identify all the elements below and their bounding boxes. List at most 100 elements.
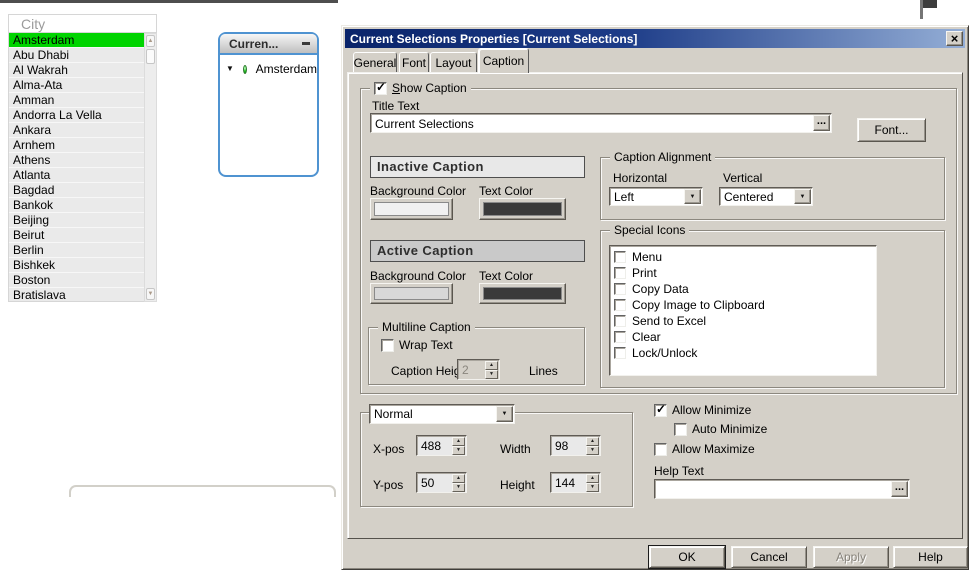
city-list-item[interactable]: Beirut bbox=[9, 228, 144, 243]
tab-caption[interactable]: Caption bbox=[478, 48, 529, 73]
spin-up-icon[interactable]: ▲ bbox=[586, 437, 599, 446]
special-icon-label: Copy Image to Clipboard bbox=[632, 298, 765, 312]
special-icon-label: Copy Data bbox=[632, 282, 689, 296]
layout-mode-select[interactable]: Normal ▼ bbox=[369, 404, 515, 424]
caption-height-spinner[interactable]: 2 ▲ ▼ bbox=[457, 359, 500, 380]
width-spinner[interactable]: 98 ▲ ▼ bbox=[550, 435, 601, 456]
cancel-button[interactable]: Cancel bbox=[731, 546, 807, 568]
title-text-more-button[interactable]: ... bbox=[813, 115, 830, 131]
spin-down-icon[interactable]: ▼ bbox=[452, 446, 465, 455]
dropdown-icon[interactable]: ▼ bbox=[684, 189, 701, 204]
city-list-item[interactable]: Alma-Ata bbox=[9, 78, 144, 93]
lines-label: Lines bbox=[529, 364, 558, 378]
city-list-item[interactable]: Ankara bbox=[9, 123, 144, 138]
city-listbox-caption[interactable]: City bbox=[8, 14, 157, 33]
allow-maximize-label: Allow Maximize bbox=[672, 442, 755, 456]
horizontal-label: Horizontal bbox=[613, 171, 668, 185]
special-icon-checkbox[interactable] bbox=[614, 299, 626, 311]
special-icon-checkbox[interactable] bbox=[614, 251, 626, 263]
scroll-up-icon[interactable]: ▲ bbox=[146, 35, 155, 47]
spin-up-icon[interactable]: ▲ bbox=[485, 361, 498, 370]
help-button[interactable]: Help bbox=[893, 546, 968, 568]
tab-general[interactable]: General bbox=[353, 52, 397, 72]
help-text-input[interactable]: ... bbox=[654, 479, 910, 499]
tab-font[interactable]: Font bbox=[399, 52, 429, 72]
wrap-text-label: Wrap Text bbox=[399, 338, 453, 352]
inactive-text-color-swatch[interactable] bbox=[479, 198, 566, 220]
show-caption-legend: ✓ Show Caption bbox=[370, 80, 471, 96]
city-list: Amsterdam Abu Dhabi Al Wakrah Alma-Ata Amman… bbox=[8, 33, 144, 302]
city-list-item[interactable]: Al Wakrah bbox=[9, 63, 144, 78]
city-list-item[interactable]: Arnhem bbox=[9, 138, 144, 153]
height-spinner[interactable]: 144 ▲ ▼ bbox=[550, 472, 601, 493]
special-icon-checkbox[interactable] bbox=[614, 347, 626, 359]
allow-maximize-checkbox[interactable] bbox=[654, 442, 667, 456]
horizontal-align-select[interactable]: Left ▼ bbox=[609, 187, 703, 206]
special-icon-checkbox[interactable] bbox=[614, 331, 626, 343]
ok-button[interactable]: OK bbox=[649, 546, 725, 568]
spin-up-icon[interactable]: ▲ bbox=[586, 474, 599, 483]
city-scrollbar[interactable]: ▲ ▼ bbox=[144, 33, 157, 302]
special-icon-label: Print bbox=[632, 266, 657, 280]
tab-layout[interactable]: Layout bbox=[430, 52, 477, 72]
close-button[interactable]: × bbox=[946, 31, 963, 46]
special-icon-checkbox[interactable] bbox=[614, 267, 626, 279]
special-icon-checkbox[interactable] bbox=[614, 283, 626, 295]
ypos-spinner[interactable]: 50 ▲ ▼ bbox=[416, 472, 467, 493]
active-bg-color-swatch[interactable] bbox=[370, 283, 453, 304]
show-caption-checkbox[interactable]: ✓ bbox=[374, 80, 387, 95]
apply-button[interactable]: Apply bbox=[813, 546, 889, 568]
allow-minimize-label: Allow Minimize bbox=[672, 403, 752, 417]
city-list-item[interactable]: Andorra La Vella bbox=[9, 108, 144, 123]
dropdown-icon[interactable]: ▼ bbox=[794, 189, 811, 204]
allow-maximize-row: Allow Maximize bbox=[654, 442, 755, 456]
scroll-down-icon[interactable]: ▼ bbox=[146, 288, 155, 300]
city-list-item[interactable]: Amman bbox=[9, 93, 144, 108]
dialog-titlebar[interactable]: Current Selections Properties [Current S… bbox=[345, 29, 965, 48]
spin-up-icon[interactable]: ▲ bbox=[452, 474, 465, 483]
wrap-text-checkbox[interactable] bbox=[381, 338, 394, 352]
check-icon: ✓ bbox=[376, 80, 387, 94]
minimize-icon[interactable] bbox=[302, 42, 310, 45]
spin-down-icon[interactable]: ▼ bbox=[485, 370, 498, 379]
spin-down-icon[interactable]: ▼ bbox=[586, 483, 599, 492]
field-dropdown-icon[interactable]: ▼ bbox=[226, 65, 234, 73]
title-text-value: Current Selections bbox=[375, 117, 474, 131]
special-icon-checkbox[interactable] bbox=[614, 315, 626, 327]
background-sheet-edge bbox=[0, 0, 338, 3]
city-list-item[interactable]: Boston bbox=[9, 273, 144, 288]
selected-value[interactable]: Amsterdam bbox=[256, 62, 317, 76]
city-list-item[interactable]: Bankok bbox=[9, 198, 144, 213]
auto-minimize-label: Auto Minimize bbox=[692, 422, 768, 436]
current-selections-titlebar[interactable]: Curren... bbox=[220, 34, 317, 55]
spin-up-icon[interactable]: ▲ bbox=[452, 437, 465, 446]
city-list-item[interactable]: Bratislava bbox=[9, 288, 144, 301]
position-group: X-pos 488 ▲ ▼ Width 98 ▲ ▼ Y-pos 50 ▲ ▼ … bbox=[360, 412, 633, 507]
vertical-align-select[interactable]: Centered ▼ bbox=[719, 187, 813, 206]
show-caption-label: Show Caption bbox=[392, 81, 467, 95]
city-list-item[interactable]: Atlanta bbox=[9, 168, 144, 183]
city-list-item[interactable]: Berlin bbox=[9, 243, 144, 258]
inactive-bg-color-swatch[interactable] bbox=[370, 198, 453, 220]
city-list-item[interactable]: Bishkek bbox=[9, 258, 144, 273]
allow-minimize-checkbox[interactable]: ✓ bbox=[654, 402, 667, 417]
spin-down-icon[interactable]: ▼ bbox=[586, 446, 599, 455]
auto-minimize-row: Auto Minimize bbox=[674, 422, 767, 436]
title-text-input[interactable]: Current Selections ... bbox=[370, 113, 832, 133]
title-text-label: Title Text bbox=[372, 99, 420, 113]
city-list-item[interactable]: Beijing bbox=[9, 213, 144, 228]
font-button[interactable]: Font... bbox=[857, 118, 926, 142]
scroll-thumb[interactable] bbox=[146, 49, 155, 64]
city-list-item[interactable]: Abu Dhabi bbox=[9, 48, 144, 63]
city-list-item[interactable]: Amsterdam bbox=[9, 33, 144, 48]
xpos-spinner[interactable]: 488 ▲ ▼ bbox=[416, 435, 467, 456]
city-list-item[interactable]: Athens bbox=[9, 153, 144, 168]
special-icon-row: Copy Image to Clipboard bbox=[610, 297, 876, 313]
spin-down-icon[interactable]: ▼ bbox=[452, 483, 465, 492]
dropdown-icon[interactable]: ▼ bbox=[496, 406, 513, 422]
active-text-color-swatch[interactable] bbox=[479, 283, 566, 304]
auto-minimize-checkbox[interactable] bbox=[674, 422, 687, 436]
close-icon: × bbox=[950, 30, 959, 46]
city-list-item[interactable]: Bagdad bbox=[9, 183, 144, 198]
help-text-more-button[interactable]: ... bbox=[891, 481, 908, 497]
